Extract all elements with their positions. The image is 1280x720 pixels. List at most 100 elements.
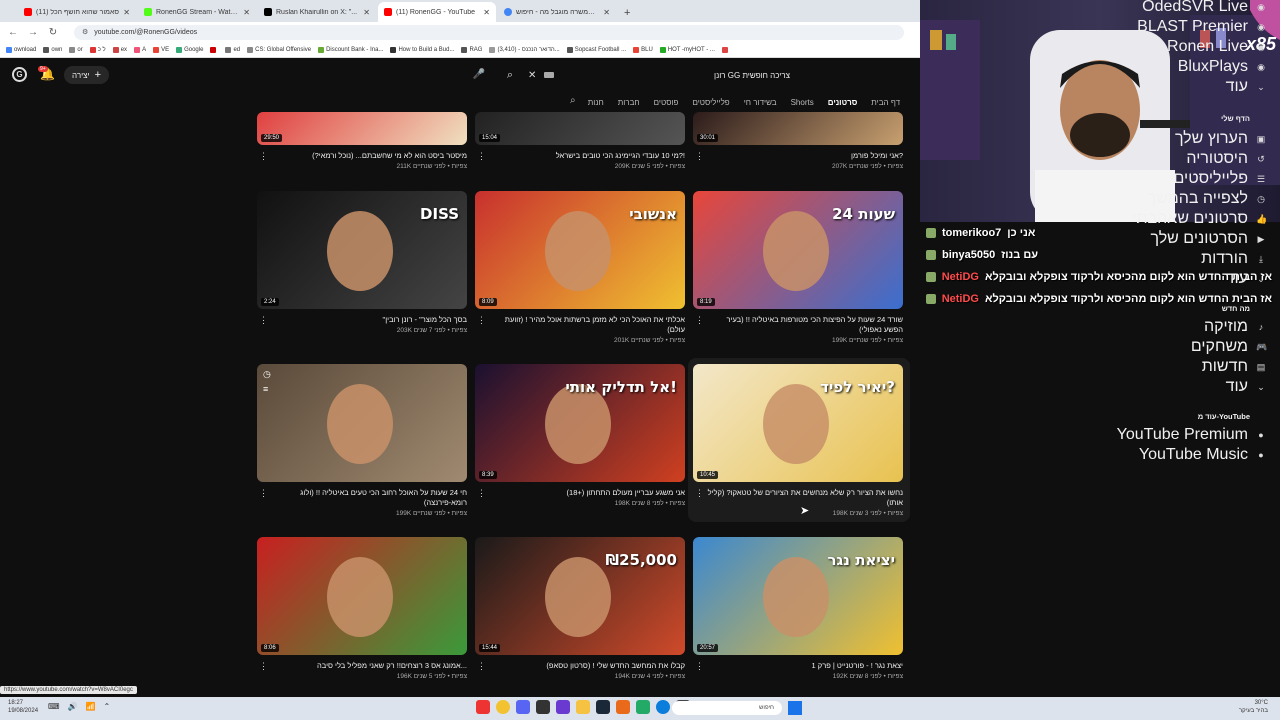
keyboard-icon[interactable] — [544, 72, 555, 78]
guide-you-item[interactable]: פלייליסטים ☰ — [1174, 170, 1266, 187]
close-tab-icon[interactable]: ✕ — [243, 8, 250, 17]
bookmark-item[interactable]: VE — [153, 46, 169, 53]
video-card[interactable]: יציאת נגר 20:57 ⋮ יצאת נגר ! - פורטנייט | פ… — [693, 537, 903, 697]
app-icon[interactable] — [636, 700, 650, 714]
video-card[interactable]: 29:50 ⋮ מיסטר ביסט הוא לא מי שחשבתם... (נו… — [257, 112, 467, 187]
channel-tab[interactable]: פוסטים — [654, 98, 679, 107]
bookmark-item[interactable] — [210, 46, 218, 53]
guide-you-item[interactable]: הורדות ⤓ — [1201, 250, 1266, 267]
bookmark-item[interactable]: (3,410) - הדואר הנכנס... — [489, 46, 560, 53]
close-tab-icon[interactable]: ✕ — [363, 8, 370, 17]
video-menu-icon[interactable]: ⋮ — [477, 661, 486, 672]
video-thumbnail[interactable]: ◷ ≡ — [257, 364, 467, 482]
video-card[interactable]: אנשובי 8:09 ⋮ אכלתי את האוכל הכי לא מזמן בר… — [475, 191, 685, 351]
account-avatar[interactable]: G — [12, 67, 27, 82]
bookmark-item[interactable]: ed — [225, 46, 240, 53]
forward-icon[interactable]: → — [28, 27, 38, 38]
video-title[interactable]: שורד 24 שעות על הפיצות הכי מטורפות באיטל… — [707, 315, 904, 335]
video-thumbnail[interactable]: יאיר לפיד? 10:45 — [693, 364, 903, 482]
close-tab-icon[interactable]: ✕ — [123, 8, 130, 17]
video-thumbnail[interactable]: 29:50 — [257, 112, 467, 145]
guide-subscription[interactable]: OdedSVR Live ◉ — [1142, 0, 1266, 15]
app-icon[interactable] — [556, 700, 570, 714]
app-icon[interactable] — [476, 700, 490, 714]
app-icon[interactable] — [616, 700, 630, 714]
guide-youtube-product[interactable]: YouTube Premium ● — [1117, 426, 1266, 443]
video-menu-icon[interactable]: ⋮ — [259, 151, 268, 162]
guide-you-item[interactable]: עוד ⌄ — [1226, 270, 1266, 287]
app-icon[interactable] — [536, 700, 550, 714]
browser-tab[interactable]: מחשב המשרה מוגבל מה - חיפוש ✕ — [498, 2, 616, 22]
video-title[interactable]: אני ומיכל פורמן? — [707, 151, 903, 161]
video-card[interactable]: יאיר לפיד? 10:45 ⋮ נחשו את הציור רק שלא מנח… — [693, 364, 903, 524]
guide-you-item[interactable]: הערוץ שלך ▣ — [1175, 130, 1266, 147]
channel-tab[interactable]: סרטונים — [828, 98, 858, 107]
back-icon[interactable]: ← — [8, 27, 18, 38]
create-button[interactable]: יצירה + — [64, 66, 110, 84]
browser-tab[interactable]: (11) סאמור שהוא חושף הכל ✕ — [18, 2, 136, 22]
video-card[interactable]: 8:06 ⋮ אמונג אס 3 רוצחים!! רק שאני מפליל ב… — [257, 537, 467, 697]
guide-explore-item[interactable]: חדשות ▤ — [1202, 358, 1266, 375]
video-menu-icon[interactable]: ⋮ — [259, 315, 268, 326]
bookmark-item[interactable]: BLU — [633, 46, 653, 53]
channel-tab[interactable]: Shorts — [791, 98, 814, 107]
video-card[interactable]: 30:01 ⋮ אני ומיכל פורמן? 207K צפיות • לפני … — [693, 112, 903, 187]
video-thumbnail[interactable]: 15:04 — [475, 112, 685, 145]
video-title[interactable]: קבלו את המחשב החדש שלי ! (סרטון טסאפ) — [489, 661, 685, 671]
channel-tab[interactable]: פלייליסטים — [692, 98, 729, 107]
video-menu-icon[interactable]: ⋮ — [259, 488, 268, 499]
video-thumbnail[interactable]: 30:01 — [693, 112, 903, 145]
add-to-queue-icon[interactable]: ≡ — [263, 384, 268, 394]
bookmark-item[interactable] — [721, 46, 730, 53]
guide-you-item[interactable]: סרטונים שאהבתי 👍 — [1132, 210, 1267, 227]
video-title[interactable]: יצאת נגר ! - פורטנייט | פרק 1 — [707, 661, 903, 671]
search-icon[interactable]: ⌕ — [500, 69, 520, 82]
bookmark-item[interactable]: HOT -myHOT - ... — [659, 46, 715, 53]
video-menu-icon[interactable]: ⋮ — [695, 151, 704, 162]
video-title[interactable]: מיסטר ביסט הוא לא מי שחשבתם... (נוכל ורמ… — [271, 151, 467, 161]
video-title[interactable]: "בסך הכל מוצר" - רונן רובין — [271, 315, 467, 325]
bookmark-item[interactable]: own — [43, 46, 62, 53]
language-icon[interactable]: ⌨ — [48, 702, 60, 711]
bookmark-item[interactable]: ex — [112, 46, 127, 53]
video-card[interactable]: אל תדליק אותי! 8:39 ⋮ אני משגע עבריין מעולם… — [475, 364, 685, 524]
edge-icon[interactable] — [656, 700, 670, 714]
video-menu-icon[interactable]: ⋮ — [477, 315, 486, 326]
bookmark-item[interactable]: RAG — [461, 46, 482, 53]
guide-explore-item[interactable]: עוד ⌄ — [1226, 378, 1266, 395]
watch-later-icon[interactable]: ◷ — [263, 369, 271, 380]
video-thumbnail[interactable]: 24 שעות 8:19 — [693, 191, 903, 309]
video-thumbnail[interactable]: אנשובי 8:09 — [475, 191, 685, 309]
bookmark-item[interactable]: Sopcast Football ... — [566, 46, 626, 53]
bookmark-item[interactable]: or — [69, 46, 83, 53]
voice-search-icon[interactable]: 🎤 — [470, 66, 488, 84]
discord-icon[interactable] — [516, 700, 530, 714]
video-card[interactable]: ₪25,000 15:44 ⋮ קבלו את המחשב החדש שלי ! (ס… — [475, 537, 685, 697]
bookmark-item[interactable]: A — [134, 46, 146, 53]
guide-subscription[interactable]: BLAST Premier ◉ — [1137, 18, 1266, 35]
guide-youtube-product[interactable]: YouTube Music ● — [1139, 446, 1266, 463]
channel-tab[interactable]: דף הבית — [871, 98, 900, 107]
bookmark-item[interactable]: ל כ — [89, 46, 106, 53]
video-thumbnail[interactable]: יציאת נגר 20:57 — [693, 537, 903, 655]
video-title[interactable]: מי 10 עובדי הגיימינג הכי טובים בישראל?! — [489, 151, 685, 161]
bookmark-item[interactable]: CS: Global Offensive — [247, 46, 311, 53]
guide-you-item[interactable]: היסטוריה ↺ — [1186, 150, 1266, 167]
video-thumbnail[interactable]: 8:06 — [257, 537, 467, 655]
clear-search-icon[interactable]: ✕ — [528, 70, 536, 81]
video-card[interactable]: 15:04 ⋮ מי 10 עובדי הגיימינג הכי טובים ביש… — [475, 112, 685, 187]
reload-icon[interactable]: ↻ — [48, 27, 58, 38]
close-tab-icon[interactable]: ✕ — [603, 8, 610, 17]
search-input[interactable] — [562, 70, 790, 80]
channel-tab[interactable]: בשידור חי — [744, 98, 777, 107]
start-icon[interactable] — [788, 701, 802, 715]
channel-tab[interactable]: חברות — [618, 98, 640, 107]
taskbar-search[interactable]: חיפוש — [672, 701, 782, 715]
video-title[interactable]: אמונג אס 3 רוצחים!! רק שאני מפליל בלי סי… — [271, 661, 467, 671]
video-card[interactable]: ◷ ≡ ⋮ חי 24 שעות על האוכל רחוב הכי טעים באי… — [257, 364, 467, 524]
network-icon[interactable]: 📶 — [86, 702, 96, 711]
video-menu-icon[interactable]: ⋮ — [695, 661, 704, 672]
bookmark-item[interactable]: ownload — [6, 46, 36, 53]
video-menu-icon[interactable]: ⋮ — [695, 315, 704, 326]
bookmark-item[interactable]: Google — [176, 46, 203, 53]
